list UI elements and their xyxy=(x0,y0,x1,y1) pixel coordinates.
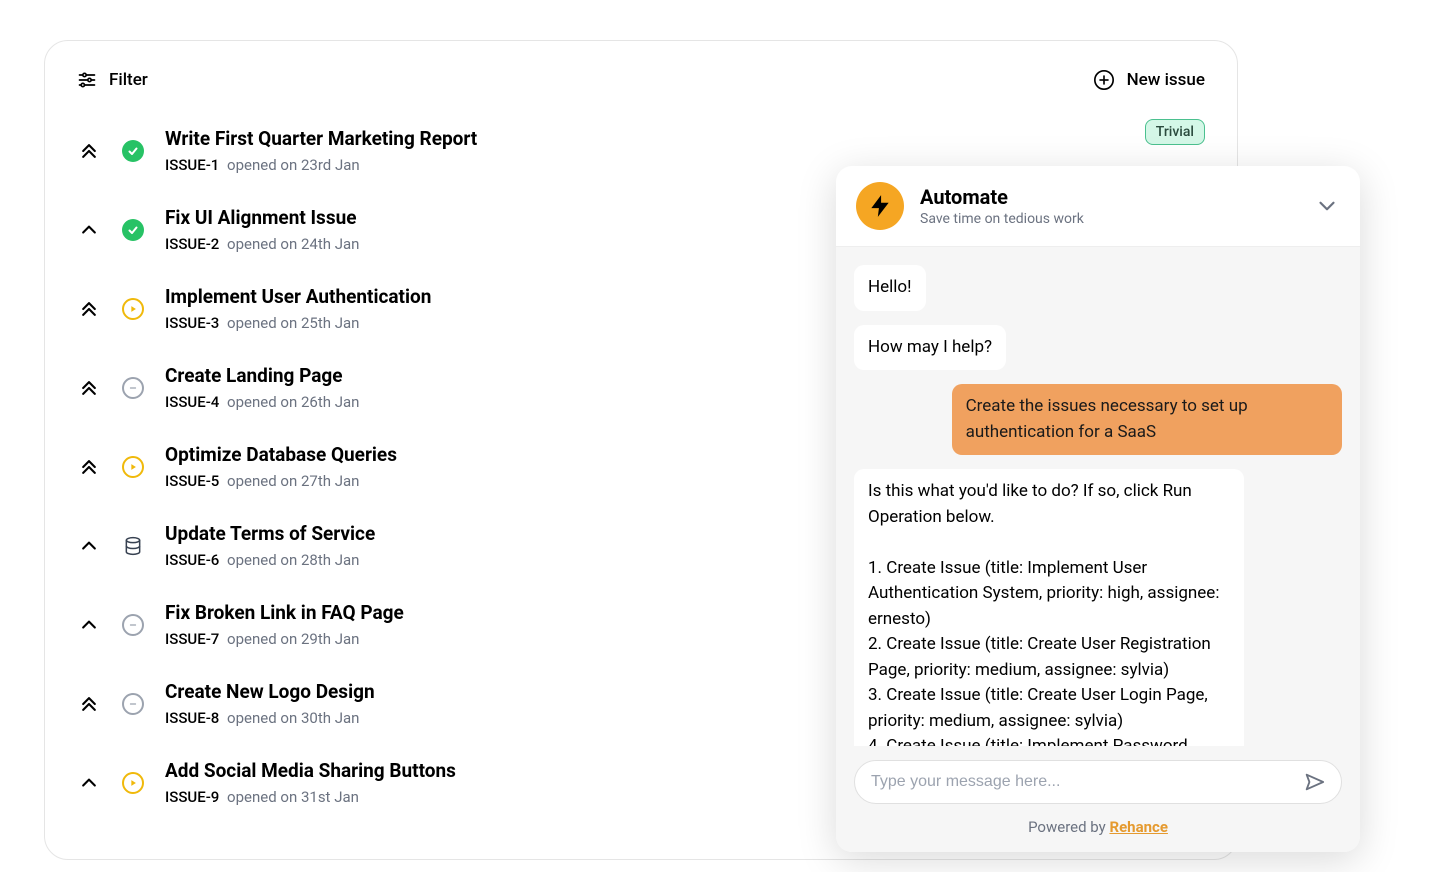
chat-message-user: Create the issues necessary to set up au… xyxy=(952,384,1342,455)
chat-input-row xyxy=(836,746,1360,812)
plus-circle-icon xyxy=(1093,69,1115,91)
priority-badge: Trivial xyxy=(1145,119,1205,145)
chat-footer: Powered by Rehance xyxy=(836,812,1360,852)
chevron-down-icon[interactable] xyxy=(1314,193,1340,219)
automate-chat-panel: Automate Save time on tedious work Hello… xyxy=(836,166,1360,852)
priority-highest-icon xyxy=(79,378,99,398)
status-in-progress-icon xyxy=(122,456,144,478)
chat-header: Automate Save time on tedious work xyxy=(836,166,1360,247)
status-in-progress-icon xyxy=(122,298,144,320)
priority-highest-icon xyxy=(79,299,99,319)
status-todo-icon xyxy=(122,377,144,399)
new-issue-label: New issue xyxy=(1127,70,1205,90)
chat-message-bot: Is this what you'd like to do? If so, cl… xyxy=(854,469,1244,746)
filter-icon xyxy=(77,70,97,90)
priority-high-icon xyxy=(79,536,99,556)
filter-button[interactable]: Filter xyxy=(77,70,148,90)
filter-label: Filter xyxy=(109,70,148,90)
status-backlog-icon xyxy=(122,535,144,557)
chat-title: Automate xyxy=(920,185,1298,209)
chat-input[interactable] xyxy=(871,773,1295,791)
priority-high-icon xyxy=(79,615,99,635)
priority-high-icon xyxy=(79,220,99,240)
chat-message-bot: Hello! xyxy=(854,265,926,311)
status-todo-icon xyxy=(122,614,144,636)
chat-footer-link[interactable]: Rehance xyxy=(1109,818,1167,836)
status-done-icon xyxy=(122,219,144,241)
priority-highest-icon xyxy=(79,141,99,161)
toolbar: Filter New issue xyxy=(73,61,1209,111)
send-icon[interactable] xyxy=(1303,771,1325,793)
status-in-progress-icon xyxy=(122,772,144,794)
chat-message-bot: How may I help? xyxy=(854,325,1006,371)
automate-logo xyxy=(856,182,904,230)
chat-input-container xyxy=(854,760,1342,804)
new-issue-button[interactable]: New issue xyxy=(1093,69,1205,91)
status-done-icon xyxy=(122,140,144,162)
chat-message-list: Hello! How may I help? Create the issues n… xyxy=(836,247,1360,746)
priority-highest-icon xyxy=(79,457,99,477)
chat-subtitle: Save time on tedious work xyxy=(920,211,1298,227)
issue-title: Write First Quarter Marketing Report xyxy=(165,127,1205,150)
status-todo-icon xyxy=(122,693,144,715)
chat-footer-prefix: Powered by xyxy=(1028,818,1109,836)
priority-high-icon xyxy=(79,773,99,793)
priority-highest-icon xyxy=(79,694,99,714)
